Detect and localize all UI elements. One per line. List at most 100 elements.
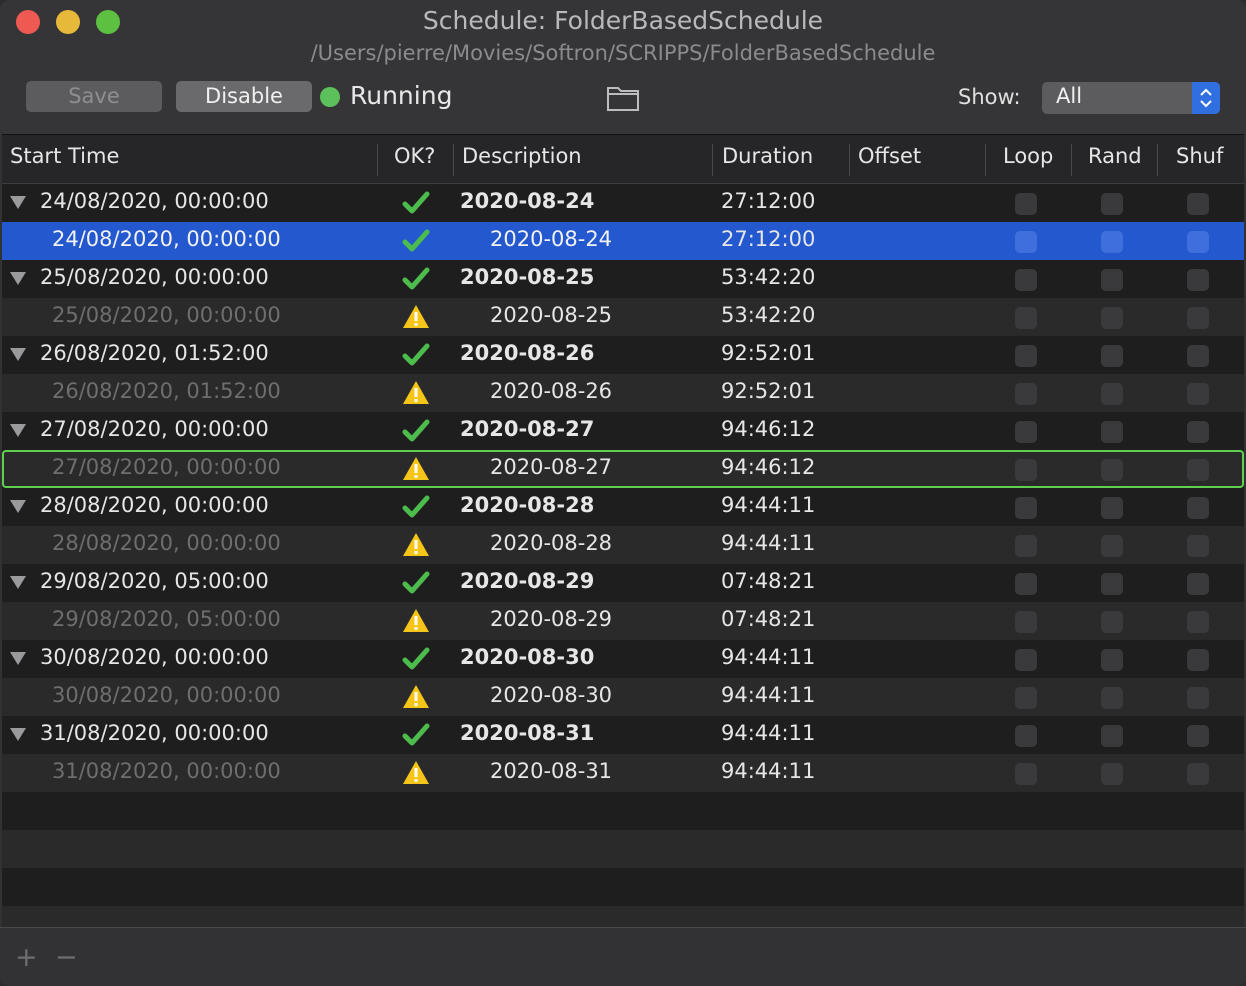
remove-item-button[interactable]: − [55, 942, 78, 973]
warning-icon [402, 379, 430, 407]
shuf-checkbox[interactable] [1187, 231, 1209, 253]
rand-checkbox[interactable] [1101, 231, 1123, 253]
loop-checkbox[interactable] [1015, 345, 1037, 367]
schedule-table[interactable]: Start Time OK? Description Duration Offs… [2, 134, 1244, 928]
rand-checkbox[interactable] [1101, 269, 1123, 291]
table-row[interactable]: 25/08/2020, 00:00:00 2020-08-25 53:42:20 [2, 298, 1244, 336]
rand-checkbox[interactable] [1101, 193, 1123, 215]
shuf-checkbox[interactable] [1187, 611, 1209, 633]
rand-checkbox[interactable] [1101, 497, 1123, 519]
column-duration[interactable]: Duration [722, 144, 813, 168]
loop-checkbox[interactable] [1015, 269, 1037, 291]
disclosure-triangle-icon[interactable] [10, 500, 26, 513]
rand-checkbox[interactable] [1101, 725, 1123, 747]
warning-icon [402, 531, 430, 559]
shuf-checkbox[interactable] [1187, 269, 1209, 291]
disclosure-triangle-icon[interactable] [10, 728, 26, 741]
disclosure-triangle-icon[interactable] [10, 196, 26, 209]
rand-checkbox[interactable] [1101, 345, 1123, 367]
rand-checkbox[interactable] [1101, 763, 1123, 785]
folder-icon[interactable] [606, 84, 640, 112]
save-button[interactable]: Save [26, 81, 162, 112]
rand-checkbox[interactable] [1101, 535, 1123, 557]
column-loop[interactable]: Loop [1003, 144, 1053, 168]
loop-checkbox[interactable] [1015, 535, 1037, 557]
warning-icon [402, 759, 430, 787]
shuf-checkbox[interactable] [1187, 193, 1209, 215]
loop-checkbox[interactable] [1015, 725, 1037, 747]
shuf-checkbox[interactable] [1187, 725, 1209, 747]
loop-checkbox[interactable] [1015, 573, 1037, 595]
shuf-checkbox[interactable] [1187, 307, 1209, 329]
table-row[interactable]: 28/08/2020, 00:00:00 2020-08-28 94:44:11 [2, 488, 1244, 526]
table-row[interactable]: 31/08/2020, 00:00:00 2020-08-31 94:44:11 [2, 716, 1244, 754]
column-rand[interactable]: Rand [1088, 144, 1142, 168]
shuf-checkbox[interactable] [1187, 649, 1209, 671]
rand-checkbox[interactable] [1101, 421, 1123, 443]
duration-cell: 94:44:11 [721, 683, 816, 707]
loop-checkbox[interactable] [1015, 231, 1037, 253]
loop-checkbox[interactable] [1015, 193, 1037, 215]
start-time-cell: 24/08/2020, 00:00:00 [40, 189, 269, 213]
table-row[interactable]: 30/08/2020, 00:00:00 2020-08-30 94:44:11 [2, 640, 1244, 678]
disclosure-triangle-icon[interactable] [10, 576, 26, 589]
loop-checkbox[interactable] [1015, 383, 1037, 405]
loop-checkbox[interactable] [1015, 421, 1037, 443]
shuf-checkbox[interactable] [1187, 345, 1209, 367]
table-row[interactable]: 25/08/2020, 00:00:00 2020-08-25 53:42:20 [2, 260, 1244, 298]
loop-checkbox[interactable] [1015, 649, 1037, 671]
checkmark-icon [402, 493, 430, 521]
shuf-checkbox[interactable] [1187, 383, 1209, 405]
column-shuf[interactable]: Shuf [1176, 144, 1223, 168]
table-row[interactable]: 27/08/2020, 00:00:00 2020-08-27 94:46:12 [2, 412, 1244, 450]
table-row[interactable]: 24/08/2020, 00:00:00 2020-08-24 27:12:00 [2, 184, 1244, 222]
table-row[interactable]: 24/08/2020, 00:00:00 2020-08-24 27:12:00 [2, 222, 1244, 260]
table-row[interactable]: 30/08/2020, 00:00:00 2020-08-30 94:44:11 [2, 678, 1244, 716]
shuf-checkbox[interactable] [1187, 573, 1209, 595]
add-item-button[interactable]: + [15, 942, 38, 973]
description-cell: 2020-08-29 [490, 607, 613, 631]
column-separator [849, 144, 850, 176]
show-filter-select[interactable]: All [1042, 82, 1220, 114]
column-offset[interactable]: Offset [858, 144, 921, 168]
rand-checkbox[interactable] [1101, 383, 1123, 405]
table-row[interactable]: 29/08/2020, 05:00:00 2020-08-29 07:48:21 [2, 564, 1244, 602]
start-time-cell: 27/08/2020, 00:00:00 [52, 455, 281, 479]
rand-checkbox[interactable] [1101, 687, 1123, 709]
loop-checkbox[interactable] [1015, 763, 1037, 785]
shuf-checkbox[interactable] [1187, 459, 1209, 481]
start-time-cell: 30/08/2020, 00:00:00 [40, 645, 269, 669]
column-ok[interactable]: OK? [394, 144, 435, 168]
table-row[interactable]: 27/08/2020, 00:00:00 2020-08-27 94:46:12 [2, 450, 1244, 488]
loop-checkbox[interactable] [1015, 687, 1037, 709]
shuf-checkbox[interactable] [1187, 535, 1209, 557]
loop-checkbox[interactable] [1015, 611, 1037, 633]
shuf-checkbox[interactable] [1187, 687, 1209, 709]
table-row[interactable]: 26/08/2020, 01:52:00 2020-08-26 92:52:01 [2, 336, 1244, 374]
table-row[interactable]: 31/08/2020, 00:00:00 2020-08-31 94:44:11 [2, 754, 1244, 792]
column-start-time[interactable]: Start Time [10, 144, 119, 168]
rand-checkbox[interactable] [1101, 307, 1123, 329]
table-row[interactable]: 26/08/2020, 01:52:00 2020-08-26 92:52:01 [2, 374, 1244, 412]
rand-checkbox[interactable] [1101, 459, 1123, 481]
table-row[interactable]: 28/08/2020, 00:00:00 2020-08-28 94:44:11 [2, 526, 1244, 564]
column-separator [985, 144, 986, 176]
disclosure-triangle-icon[interactable] [10, 424, 26, 437]
rand-checkbox[interactable] [1101, 573, 1123, 595]
disable-button[interactable]: Disable [176, 81, 312, 112]
rand-checkbox[interactable] [1101, 649, 1123, 671]
table-row[interactable]: 29/08/2020, 05:00:00 2020-08-29 07:48:21 [2, 602, 1244, 640]
disclosure-triangle-icon[interactable] [10, 348, 26, 361]
disclosure-triangle-icon[interactable] [10, 272, 26, 285]
start-time-cell: 24/08/2020, 00:00:00 [52, 227, 281, 251]
disclosure-triangle-icon[interactable] [10, 652, 26, 665]
loop-checkbox[interactable] [1015, 459, 1037, 481]
warning-icon [402, 683, 430, 711]
loop-checkbox[interactable] [1015, 307, 1037, 329]
shuf-checkbox[interactable] [1187, 497, 1209, 519]
shuf-checkbox[interactable] [1187, 421, 1209, 443]
loop-checkbox[interactable] [1015, 497, 1037, 519]
rand-checkbox[interactable] [1101, 611, 1123, 633]
column-description[interactable]: Description [462, 144, 582, 168]
shuf-checkbox[interactable] [1187, 763, 1209, 785]
